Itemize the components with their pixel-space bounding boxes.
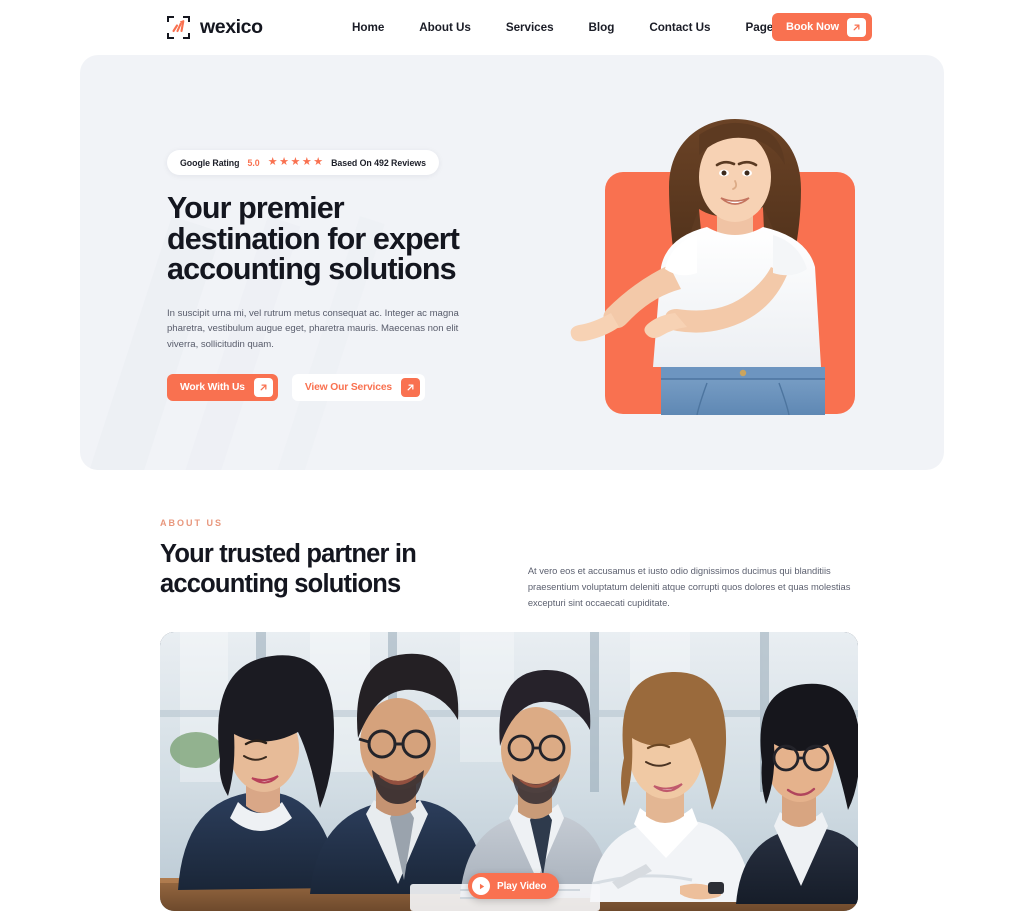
arrow-up-right-icon: [401, 378, 420, 398]
star-icon: ★: [290, 156, 301, 168]
nav-label: Blog: [588, 21, 615, 34]
brand-logo[interactable]: wexico: [166, 15, 263, 40]
nav-item-about-us[interactable]: About Us: [419, 21, 471, 34]
star-icon: ★: [279, 156, 289, 168]
business-team-meeting-photo: Play Video: [160, 632, 858, 911]
view-our-services-button[interactable]: View Our Services: [291, 374, 425, 402]
about-title: Your trusted partner in accounting solut…: [160, 540, 417, 598]
hero-title: Your premier destination for expert acco…: [167, 191, 460, 286]
brand-name: wexico: [200, 15, 263, 38]
button-label: View Our Services: [304, 382, 392, 394]
hero-section: Google Rating 5.0 ★ ★ ★ ★ ★ Based On 492…: [80, 55, 944, 470]
nav-item-services[interactable]: Services: [506, 21, 554, 34]
google-rating-badge: Google Rating 5.0 ★ ★ ★ ★ ★ Based On 492…: [167, 150, 439, 175]
star-rating: ★ ★ ★ ★ ★: [268, 157, 323, 168]
star-icon: ★: [267, 156, 278, 168]
book-now-label: Book Now: [786, 21, 839, 33]
chart-bracket-icon: [166, 15, 191, 40]
play-video-label: Play Video: [497, 880, 547, 892]
arrow-up-right-icon: [846, 17, 866, 37]
nav-label: Home: [352, 21, 385, 34]
about-description: At vero eos et accusamus et iusto odio d…: [527, 565, 851, 609]
woman-pointing-photo: [557, 115, 877, 415]
nav-item-blog[interactable]: Blog: [589, 21, 615, 34]
play-video-button[interactable]: Play Video: [468, 873, 560, 899]
work-with-us-button[interactable]: Work With Us: [167, 374, 278, 402]
arrow-up-right-icon: [253, 378, 273, 398]
hero-description: In suscipit urna mi, vel rutrum metus co…: [167, 307, 459, 350]
site-header: wexico Home About Us Services Blog Conta…: [0, 0, 1024, 55]
rating-reviews-count: Based On 492 Reviews: [331, 157, 426, 168]
about-eyebrow: ABOUT US: [160, 518, 223, 528]
nav-item-contact-us[interactable]: Contact Us: [649, 21, 710, 34]
nav-label: About Us: [419, 21, 471, 34]
star-icon: ★: [301, 156, 312, 168]
nav-label: Contact Us: [649, 21, 711, 34]
about-section: ABOUT US Your trusted partner in account…: [160, 518, 860, 612]
about-row: Your trusted partner in accounting solut…: [160, 540, 860, 612]
nav-item-home[interactable]: Home: [352, 21, 384, 34]
rating-score: 5.0: [247, 157, 260, 168]
page-root: wexico Home About Us Services Blog Conta…: [0, 0, 1024, 911]
main-nav: Home About Us Services Blog Contact Us P…: [352, 0, 793, 55]
play-triangle-icon: [472, 877, 490, 895]
hero-content: Google Rating 5.0 ★ ★ ★ ★ ★ Based On 492…: [167, 150, 507, 402]
book-now-button[interactable]: Book Now: [772, 13, 872, 41]
button-label: Work With Us: [180, 382, 245, 394]
rating-label: Google Rating: [180, 157, 240, 168]
hero-cta-group: Work With Us View Our Services: [167, 374, 507, 402]
nav-label: Services: [505, 21, 554, 34]
star-icon: ★: [313, 156, 324, 168]
hero-image-area: [570, 115, 860, 415]
